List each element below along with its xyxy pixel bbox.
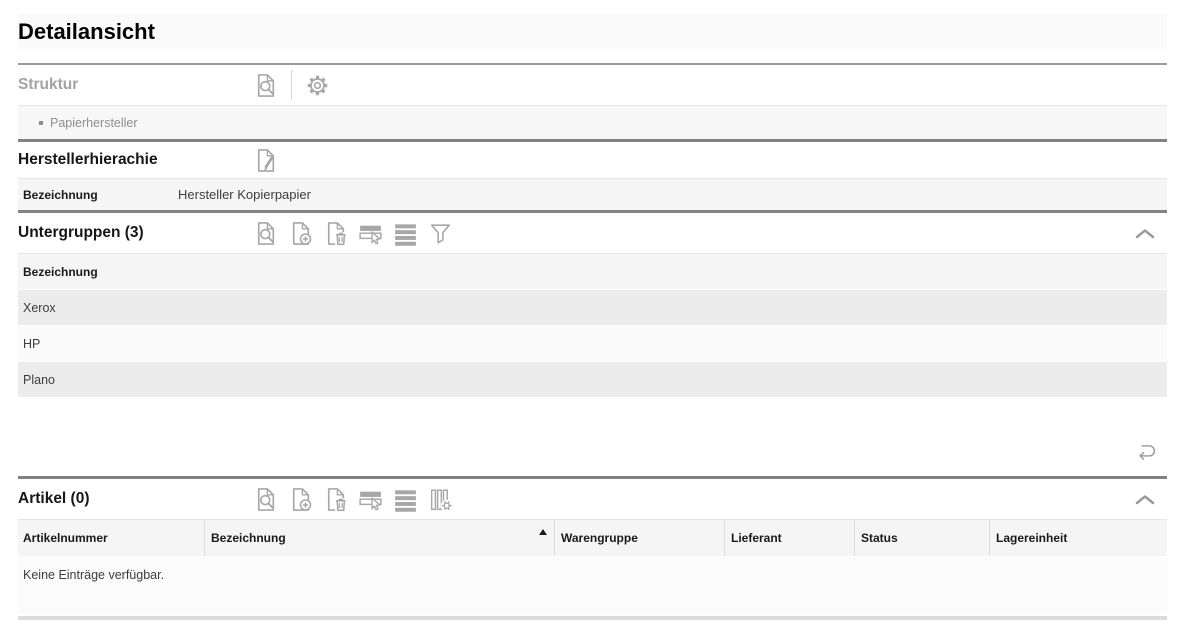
rows-icon[interactable] (392, 220, 419, 247)
column-header-lieferant[interactable]: Lieferant (725, 520, 855, 556)
select-rows-icon[interactable] (357, 220, 384, 247)
table-row[interactable]: HP (18, 326, 1167, 362)
document-preview-icon[interactable] (252, 486, 279, 513)
bottom-divider (18, 616, 1167, 620)
document-delete-icon[interactable] (322, 220, 349, 247)
untergruppen-section-header: Untergruppen (3) (18, 213, 1167, 253)
sort-ascending-icon (539, 529, 547, 535)
document-edit-icon[interactable] (252, 147, 279, 174)
struktur-breadcrumb-row[interactable]: Papierhersteller (18, 105, 1167, 139)
artikel-toolbar (252, 479, 454, 519)
struktur-toolbar (252, 65, 331, 105)
column-header-lagereinheit[interactable]: Lagereinheit (990, 520, 1167, 556)
untergruppen-title: Untergruppen (3) (18, 224, 144, 242)
hersteller-section-header: Herstellerhierachie (18, 142, 1167, 178)
column-header-warengruppe[interactable]: Warengruppe (555, 520, 725, 556)
struktur-title: Struktur (18, 76, 78, 94)
column-header-status[interactable]: Status (855, 520, 990, 556)
chevron-up-icon[interactable] (1133, 226, 1157, 240)
toolbar-separator (291, 70, 292, 100)
table-row[interactable]: Plano (18, 362, 1167, 398)
chevron-up-icon[interactable] (1133, 492, 1157, 506)
struktur-section-header: Struktur (18, 65, 1167, 105)
artikel-section-header: Artikel (0) (18, 479, 1167, 519)
detail-view-page: Detailansicht Struktur Papierhersteller … (0, 14, 1186, 642)
field-label: Bezeichnung (18, 188, 178, 202)
page-title: Detailansicht (18, 19, 155, 45)
document-preview-icon[interactable] (252, 220, 279, 247)
rows-icon[interactable] (392, 486, 419, 513)
untergruppen-footer (18, 398, 1167, 476)
return-arrow-icon[interactable] (1132, 436, 1159, 463)
artikel-title: Artikel (0) (18, 490, 90, 508)
field-value: Hersteller Kopierpapier (178, 187, 311, 202)
breadcrumb[interactable]: Papierhersteller (50, 116, 138, 130)
hersteller-title: Herstellerhierachie (18, 151, 158, 169)
document-add-icon[interactable] (287, 220, 314, 247)
untergruppen-toolbar (252, 213, 454, 253)
artikel-header-row: Artikelnummer Bezeichnung Warengruppe Li… (18, 519, 1167, 556)
document-add-icon[interactable] (287, 486, 314, 513)
filter-icon[interactable] (427, 220, 454, 247)
untergruppen-column-header[interactable]: Bezeichnung (18, 253, 1167, 290)
column-settings-icon[interactable] (427, 486, 454, 513)
document-preview-icon[interactable] (252, 72, 279, 99)
column-header-label: Bezeichnung (211, 531, 286, 545)
page-title-band: Detailansicht (18, 14, 1167, 49)
settings-gear-icon[interactable] (304, 72, 331, 99)
document-delete-icon[interactable] (322, 486, 349, 513)
hersteller-field-row: Bezeichnung Hersteller Kopierpapier (18, 178, 1167, 210)
table-row[interactable]: Xerox (18, 290, 1167, 326)
untergruppen-table: Bezeichnung Xerox HP Plano (18, 253, 1167, 476)
artikel-table: Artikelnummer Bezeichnung Warengruppe Li… (18, 519, 1167, 614)
hersteller-toolbar (252, 142, 279, 178)
empty-table-message: Keine Einträge verfügbar. (18, 556, 1167, 614)
column-header-artikelnummer[interactable]: Artikelnummer (18, 520, 205, 556)
column-header-bezeichnung[interactable]: Bezeichnung (205, 520, 555, 556)
select-rows-icon[interactable] (357, 486, 384, 513)
breadcrumb-bullet-icon (39, 121, 43, 125)
